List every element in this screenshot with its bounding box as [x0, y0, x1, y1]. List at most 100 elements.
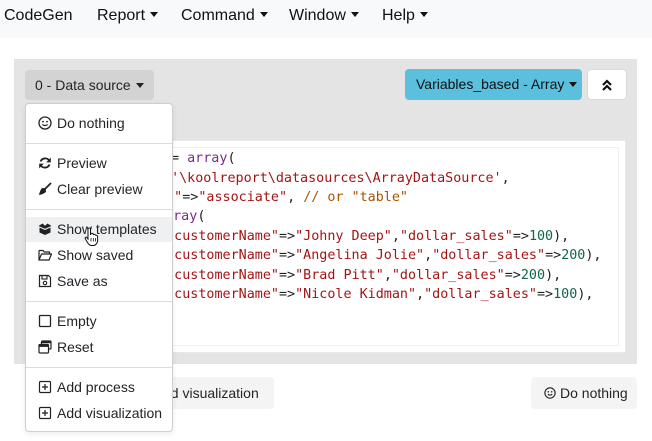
do-nothing-button[interactable]: Do nothing — [531, 377, 637, 409]
code-token: => — [545, 248, 562, 263]
code-token: ( — [227, 151, 236, 166]
menu-item-label: Add process — [57, 379, 135, 395]
code-token: , — [501, 171, 510, 186]
code-token: ), — [577, 287, 594, 302]
code-token: , — [424, 248, 433, 263]
menu-report[interactable]: Report — [97, 7, 159, 25]
code-token: "dollar_sales" — [432, 248, 546, 263]
code-token: => — [512, 229, 529, 244]
code-token: => — [537, 287, 554, 302]
code-token: ( — [197, 209, 206, 224]
code-token: = — [171, 151, 188, 166]
code-token: => — [279, 287, 296, 302]
code-line: >'\koolreport\datasources\ArrayDataSourc… — [163, 171, 510, 186]
code-token: "associate" — [198, 190, 288, 205]
code-token: => — [182, 190, 199, 205]
code-token: 100 — [528, 229, 554, 244]
menu-window-label: Window — [289, 7, 346, 24]
menu-divider — [26, 301, 172, 302]
save-icon — [38, 274, 52, 288]
menu-item-label: Preview — [57, 155, 107, 171]
windows-icon — [38, 340, 52, 354]
menu-help[interactable]: Help — [382, 7, 428, 25]
code-token: , — [391, 229, 400, 244]
code-token: 100 — [553, 287, 578, 302]
datasource-label: 0 - Data source — [35, 77, 131, 93]
code-token: => — [279, 248, 296, 263]
menu-item-reset[interactable]: Reset — [26, 335, 172, 360]
smile-icon — [544, 387, 556, 399]
caret-down-icon — [569, 81, 578, 87]
menu-command[interactable]: Command — [181, 7, 268, 25]
code-line: mat"=>"associate", // or "table" — [150, 190, 408, 205]
plus-square-icon — [38, 380, 52, 394]
caret-down-icon — [259, 12, 268, 18]
menu-item-preview[interactable]: Preview — [26, 151, 172, 176]
menu-item-add-process[interactable]: Add process — [26, 375, 172, 400]
caret-down-icon — [150, 12, 159, 18]
menu-window[interactable]: Window — [289, 7, 359, 25]
code-token: array — [187, 151, 228, 166]
code-token: "Johny Deep" — [295, 229, 392, 244]
code-token: "customerName" — [166, 248, 279, 263]
do-nothing-label: Do nothing — [560, 385, 628, 401]
code-token: // or "table" — [303, 190, 408, 205]
code-token: => — [279, 268, 296, 283]
menu-divider — [26, 209, 172, 210]
app-brand[interactable]: CodeGen — [4, 7, 73, 25]
code-token: "Angelina Jolie" — [295, 248, 425, 263]
collapse-button[interactable] — [587, 69, 627, 100]
code-line: y("customerName"=>"Angelina Jolie","doll… — [150, 248, 602, 263]
broom-icon — [39, 182, 52, 195]
code-token: 200 — [520, 268, 546, 283]
code-token: '\koolreport\datasources\ArrayDataSource… — [171, 171, 502, 186]
folder-open-icon — [38, 249, 52, 261]
menu-item-do-nothing[interactable]: Do nothing — [26, 111, 172, 136]
menu-report-label: Report — [97, 7, 146, 24]
datasource-menu: Do nothing Preview Clear preview Show te… — [25, 103, 173, 432]
code-line: y("customerName"=>"Brad Pitt","dollar_sa… — [150, 268, 561, 283]
code-token: 200 — [561, 248, 586, 263]
smile-icon — [38, 116, 52, 130]
double-chevron-up-icon — [602, 79, 612, 91]
menu-item-label: Clear preview — [57, 181, 143, 197]
menu-item-clear-preview[interactable]: Clear preview — [26, 177, 172, 202]
menu-item-label: Empty — [57, 313, 97, 329]
caret-down-icon — [135, 82, 144, 88]
menu-item-label: Show templates — [57, 221, 157, 237]
datasource-dropdown-button[interactable]: 0 - Data source — [25, 70, 154, 100]
code-token: "customerName" — [166, 268, 279, 283]
menu-item-empty[interactable]: Empty — [26, 309, 172, 334]
code-token: ), — [545, 268, 562, 283]
menu-item-label: Show saved — [57, 247, 134, 263]
code-token: ), — [585, 248, 602, 263]
top-navbar: CodeGen Report Command Window Help — [0, 0, 652, 38]
menu-divider — [26, 143, 172, 144]
menu-item-label: Do nothing — [57, 115, 125, 131]
code-token: , — [416, 287, 425, 302]
code-token: "Brad Pitt" — [295, 268, 384, 283]
code-token: => — [504, 268, 521, 283]
variables-dropdown-button[interactable]: Variables_based - Array — [405, 69, 582, 100]
menu-help-label: Help — [382, 7, 415, 24]
code-line: y("customerName"=>"Nicole Kidman","dolla… — [150, 287, 593, 302]
refresh-icon — [39, 157, 51, 169]
menu-item-label: Add visualization — [57, 405, 163, 421]
code-line: y("customerName"=>"Johny Deep","dollar_s… — [150, 229, 569, 244]
menu-divider — [26, 367, 172, 368]
code-token: => — [279, 229, 296, 244]
code-token: , — [383, 268, 392, 283]
menu-item-save-as[interactable]: Save as — [26, 269, 172, 294]
add-visualization-label: dd visualization — [163, 385, 259, 401]
menu-item-label: Reset — [57, 339, 94, 355]
menu-item-label: Save as — [57, 273, 108, 289]
caret-down-icon — [419, 12, 428, 18]
plus-square-icon — [38, 406, 52, 420]
code-token: "Nicole Kidman" — [295, 287, 417, 302]
code-token: "dollar_sales" — [391, 268, 505, 283]
code-token: "dollar_sales" — [424, 287, 537, 302]
menu-item-add-visualization[interactable]: Add visualization — [26, 401, 172, 426]
hand-cursor-icon — [84, 227, 99, 246]
boxes-icon — [38, 223, 52, 235]
code-token: "dollar_sales" — [399, 229, 513, 244]
